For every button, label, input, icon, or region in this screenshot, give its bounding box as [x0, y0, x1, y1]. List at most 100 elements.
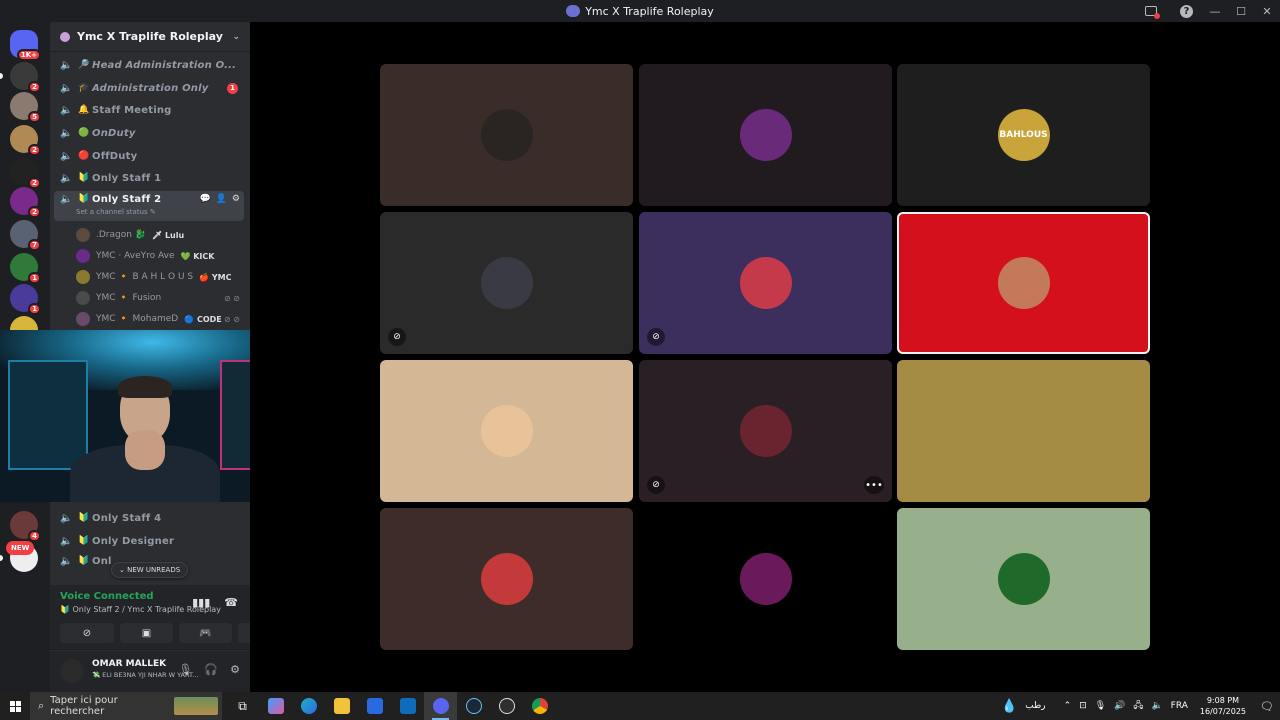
- maximize-button[interactable]: ☐: [1228, 5, 1254, 18]
- channel-head-administration[interactable]: 🔈 🔎 Head Administration O...: [54, 55, 244, 75]
- copilot-icon[interactable]: [259, 692, 292, 720]
- new-servers-badge[interactable]: NEW: [6, 541, 35, 555]
- channel-only-staff-4[interactable]: 🔈 🔰 Only Staff 4: [54, 508, 244, 528]
- voice-member[interactable]: YMC 🔸 MohameD 🔵 CODE ⊘ ⊘: [76, 310, 246, 328]
- muted-icon: ⊘: [647, 328, 665, 346]
- voice-connected-label[interactable]: Voice Connected: [60, 591, 154, 602]
- obs-icon[interactable]: [490, 692, 523, 720]
- mention-badge: 2: [28, 177, 41, 189]
- chevron-down-icon[interactable]: ⌄: [232, 32, 240, 42]
- channel-administration-only[interactable]: 🔈 🎓 Administration Only 1: [54, 78, 244, 98]
- member-name: YMC · AveYro Ave: [96, 251, 175, 261]
- weather-label[interactable]: رطب: [1025, 701, 1045, 711]
- voice-member[interactable]: YMC 🔸 Fusion ⊘ ⊘: [76, 289, 246, 307]
- channel-only-staff-1[interactable]: 🔈 🔰 Only Staff 1: [54, 168, 244, 188]
- edge-icon[interactable]: [292, 692, 325, 720]
- video-tile[interactable]: [897, 212, 1150, 354]
- server-icon[interactable]: 1: [10, 284, 41, 315]
- camera-off-button[interactable]: ⊘: [60, 623, 114, 643]
- file-explorer-icon[interactable]: [325, 692, 358, 720]
- task-view-icon[interactable]: ⧉: [226, 692, 259, 720]
- more-options-icon[interactable]: •••: [864, 476, 884, 494]
- channel-only-staff-2[interactable]: 🔈 🔰 Only Staff 2 Set a channel status ✎ …: [54, 191, 244, 221]
- server-icon[interactable]: 1: [10, 253, 41, 284]
- chevron-up-icon[interactable]: ⌃: [1064, 701, 1072, 711]
- network-icon[interactable]: 🖧: [1133, 698, 1143, 714]
- avatar[interactable]: [60, 659, 84, 683]
- server-icon[interactable]: 7: [10, 220, 41, 251]
- gear-icon[interactable]: ⚙: [230, 663, 240, 676]
- server-icon[interactable]: 5: [10, 92, 41, 123]
- store-icon[interactable]: [358, 692, 391, 720]
- channel-name: Staff Meeting: [92, 104, 172, 116]
- volume-icon[interactable]: 🔈: [1151, 701, 1162, 711]
- video-tile[interactable]: [897, 508, 1150, 650]
- speaker-icon: 🔈: [60, 128, 73, 139]
- video-tile[interactable]: [897, 360, 1150, 502]
- voice-member[interactable]: YMC 🔸 B A H L O U S 🍎 YMC: [76, 268, 246, 286]
- microphone-tray-icon[interactable]: 🎙: [1095, 701, 1106, 711]
- video-tile[interactable]: ⊘: [639, 212, 892, 354]
- channel-onduty[interactable]: 🔈 🟢 OnDuty: [54, 123, 244, 143]
- server-icon[interactable]: 2: [10, 158, 41, 189]
- video-grid: BAHLOUS ⊘ ⊘ ⊘ •••: [250, 22, 1280, 692]
- video-tile[interactable]: [639, 508, 892, 650]
- weather-icon[interactable]: 💧: [1001, 699, 1017, 714]
- minimize-button[interactable]: —: [1202, 5, 1228, 18]
- language-indicator[interactable]: FRA: [1171, 701, 1188, 711]
- video-tile[interactable]: ⊘ •••: [639, 360, 892, 502]
- channel-emoji: 🔰: [78, 513, 90, 523]
- video-tile[interactable]: BAHLOUS: [897, 64, 1150, 206]
- mention-badge: 4: [28, 530, 41, 542]
- channel-only-designer[interactable]: 🔈 🔰 Only Designer: [54, 531, 244, 551]
- chrome-icon[interactable]: [523, 692, 556, 720]
- inbox-icon[interactable]: [1145, 6, 1160, 19]
- participant-avatar: [739, 257, 792, 309]
- video-tile[interactable]: ⊘: [380, 212, 633, 354]
- headphones-icon[interactable]: 🎧: [204, 663, 218, 676]
- speaker-tray-icon[interactable]: 🔊: [1114, 701, 1125, 711]
- microphone-icon[interactable]: 🎙: [178, 663, 192, 676]
- taskbar-search[interactable]: ⌕ Taper ici pour rechercher: [30, 692, 222, 720]
- channel-emoji: 🔰: [78, 173, 90, 183]
- app-logo-icon: [566, 5, 581, 17]
- participant-avatar: [739, 109, 792, 161]
- participant-avatar: [480, 553, 533, 605]
- discord-taskbar-icon[interactable]: [424, 692, 457, 720]
- notification-center-icon[interactable]: 🗨: [1254, 700, 1280, 713]
- invite-icon[interactable]: 👤: [216, 194, 227, 204]
- gear-icon[interactable]: ⚙: [232, 194, 240, 204]
- server-icon[interactable]: 2: [10, 187, 41, 218]
- steam-icon[interactable]: [457, 692, 490, 720]
- screen-share-button[interactable]: ▣: [120, 623, 173, 643]
- outlook-icon[interactable]: [391, 692, 424, 720]
- activity-button[interactable]: 🎮: [179, 623, 232, 643]
- voice-connection-panel: Voice Connected 🔰 Only Staff 2 / Ymc X T…: [50, 585, 291, 650]
- voice-member[interactable]: YMC · AveYro Ave 💚 KICK: [76, 247, 246, 265]
- server-icon[interactable]: 4: [10, 511, 41, 542]
- new-unreads-button[interactable]: ⌄ NEW UNREADS: [111, 562, 189, 578]
- video-tile[interactable]: [639, 64, 892, 206]
- clock[interactable]: 9:08 PM 16/07/2025: [1200, 695, 1246, 717]
- channel-staff-meeting[interactable]: 🔈 🔔 Staff Meeting: [54, 100, 244, 120]
- windows-start-icon[interactable]: [0, 700, 30, 712]
- chat-icon[interactable]: 💬: [199, 194, 210, 204]
- close-button[interactable]: ✕: [1254, 5, 1280, 18]
- server-header[interactable]: Ymc X Traplife Roleplay ⌄: [50, 22, 250, 52]
- channel-status[interactable]: Set a channel status ✎: [76, 208, 156, 216]
- tray-app-icon[interactable]: ⊡: [1079, 701, 1087, 711]
- participant-avatar: [997, 257, 1050, 309]
- username[interactable]: OMAR MALLEK: [92, 659, 166, 669]
- video-tile[interactable]: [380, 360, 633, 502]
- help-icon[interactable]: ?: [1180, 4, 1193, 18]
- voice-member[interactable]: .Dragon 🐉 🗡 Lulu: [76, 226, 246, 244]
- channel-name: Head Administration O...: [92, 59, 237, 71]
- channel-offduty[interactable]: 🔈 🔴 OffDuty: [54, 146, 244, 166]
- video-tile[interactable]: [380, 508, 633, 650]
- discord-home-icon[interactable]: 1K+: [10, 30, 41, 61]
- disconnect-icon[interactable]: ☎: [224, 596, 238, 609]
- noise-suppression-icon[interactable]: ▮▮▮: [192, 596, 210, 609]
- server-icon[interactable]: 2: [10, 125, 41, 156]
- server-icon[interactable]: 2: [10, 62, 41, 93]
- video-tile[interactable]: [380, 64, 633, 206]
